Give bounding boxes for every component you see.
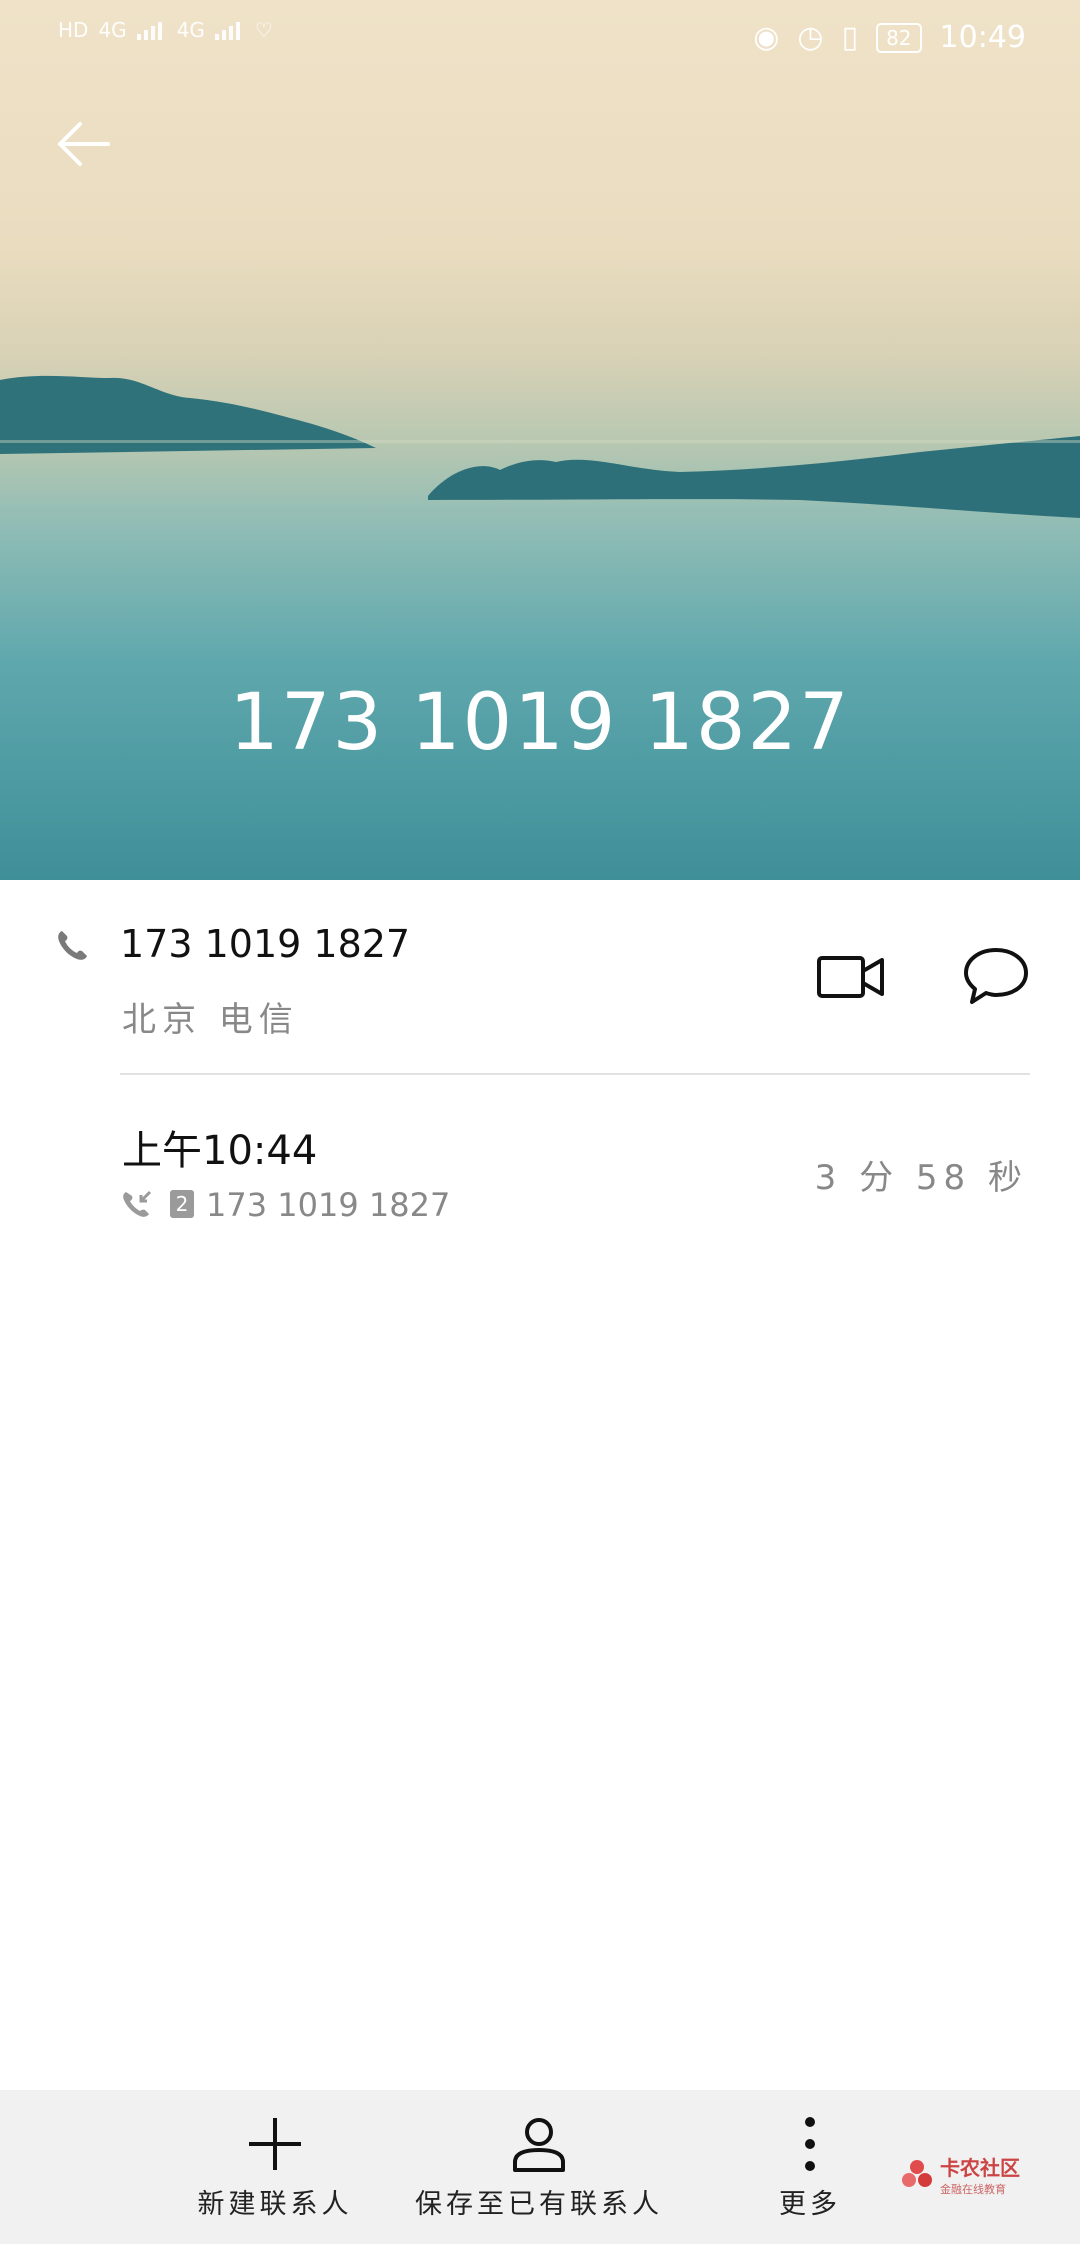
contact-number[interactable]: 173 1019 1827 bbox=[120, 922, 410, 966]
more-label: 更多 bbox=[779, 2189, 841, 2220]
watermark: 卡农社区 金融在线教育 bbox=[900, 2152, 1020, 2197]
network-indicators: HD 4G 4G ♡ bbox=[58, 18, 273, 42]
number-row[interactable] bbox=[0, 880, 1080, 1075]
header-phone-number: 173 1019 1827 bbox=[229, 678, 851, 768]
watermark-title: 卡农社区 bbox=[940, 2156, 1020, 2180]
divider bbox=[120, 1073, 1030, 1075]
more-vertical-icon bbox=[805, 2117, 815, 2171]
status-right: ◉ ◷ ▯ 82 10:49 bbox=[753, 20, 1026, 55]
battery-icon: 82 bbox=[876, 22, 922, 53]
call-log-number: 173 1019 1827 bbox=[206, 1186, 451, 1224]
status-bar: HD 4G 4G ♡ ◉ ◷ ▯ 82 10:49 bbox=[0, 0, 1080, 80]
hd-icon: HD bbox=[58, 18, 89, 42]
plus-icon bbox=[249, 2118, 301, 2170]
call-time: 上午10:44 bbox=[122, 1128, 318, 1174]
heart-icon: ♡ bbox=[254, 18, 273, 42]
new-contact-button[interactable]: 新建联系人 bbox=[190, 2090, 360, 2244]
call-duration: 3 分 58 秒 bbox=[814, 1158, 1028, 1198]
person-icon bbox=[513, 2118, 565, 2172]
message-icon[interactable] bbox=[962, 944, 1030, 1008]
sim-badge: 2 bbox=[170, 1190, 194, 1218]
video-call-icon[interactable] bbox=[816, 950, 886, 1004]
eye-icon: ◉ bbox=[753, 20, 780, 55]
more-button[interactable]: 更多 bbox=[760, 2090, 860, 2244]
signal-4g-2: 4G bbox=[176, 18, 205, 42]
clock-time: 10:49 bbox=[939, 20, 1026, 55]
incoming-call-icon bbox=[123, 1190, 152, 1217]
signal-icon-2 bbox=[214, 22, 240, 40]
watermark-logo-icon bbox=[902, 2159, 932, 2187]
signal-4g-1: 4G bbox=[98, 18, 127, 42]
new-contact-label: 新建联系人 bbox=[197, 2189, 353, 2220]
watermark-subtitle: 金融在线教育 bbox=[940, 2183, 1006, 2196]
alarm-icon: ◷ bbox=[797, 20, 824, 55]
save-existing-label: 保存至已有联系人 bbox=[415, 2189, 663, 2220]
signal-icon bbox=[136, 22, 162, 40]
phone-icon bbox=[58, 931, 87, 960]
number-location: 北京 电信 bbox=[122, 1000, 299, 1040]
back-arrow-icon[interactable] bbox=[52, 112, 116, 176]
vibrate-icon: ▯ bbox=[841, 20, 859, 55]
save-existing-button[interactable]: 保存至已有联系人 bbox=[412, 2090, 666, 2244]
header-background: HD 4G 4G ♡ ◉ ◷ ▯ 82 10:49 173 1019 1827 bbox=[0, 0, 1080, 880]
